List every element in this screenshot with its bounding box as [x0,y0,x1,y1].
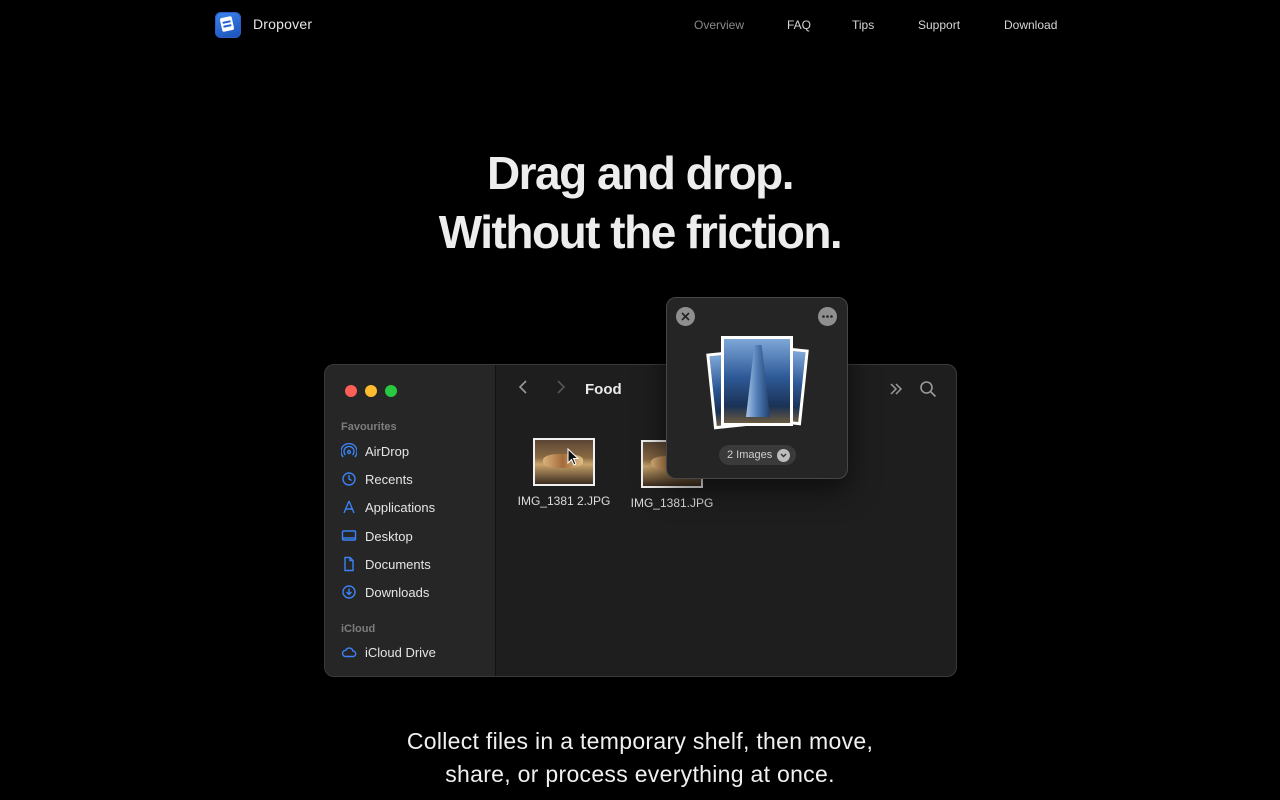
brand-name[interactable]: Dropover [253,16,312,32]
favourites-heading: Favourites [341,421,397,433]
forward-chevron-icon[interactable] [553,378,567,401]
search-icon[interactable] [919,380,937,403]
folder-title: Food [585,381,622,398]
finder-window: Favourites AirDrop Recents Applications … [324,364,957,677]
sidebar-item-label: Desktop [365,528,413,544]
file-item[interactable]: IMG_1381 2.JPG [513,438,615,508]
hero-headline-line1: Drag and drop. [486,147,795,199]
tagline-line2: share, or process everything at once. [445,761,835,787]
logo-glyph [219,15,235,33]
dropover-logo[interactable] [215,12,241,38]
download-icon [341,584,357,600]
image-count-label: 2 Images [727,449,773,461]
file-name: IMG_1381.JPG [630,496,714,510]
sidebar-item-label: Applications [365,499,436,515]
tagline-line1: Collect files in a temporary shelf, then… [406,728,874,754]
applications-icon [341,499,357,515]
document-icon [341,556,357,572]
clock-icon [341,471,357,487]
nav-tips[interactable]: Tips [852,18,874,32]
minimize-window-button[interactable] [365,385,377,397]
sidebar-item-label: AirDrop [365,443,410,459]
file-thumbnail [533,438,595,486]
desktop-icon [341,528,357,544]
cursor-icon [567,448,579,466]
dropover-shelf[interactable]: 2 Images [666,297,848,479]
nav-support[interactable]: Support [918,18,960,32]
airdrop-icon [341,443,357,459]
cloud-icon [341,644,357,660]
stacked-image-front[interactable] [721,336,793,426]
finder-sidebar: Favourites AirDrop Recents Applications … [325,365,496,676]
close-shelf-button[interactable] [676,307,695,326]
sidebar-item-desktop[interactable]: Desktop [341,525,491,547]
icloud-heading: iCloud [341,623,376,635]
more-options-button[interactable] [818,307,837,326]
sidebar-item-label: Recents [365,471,413,487]
sidebar-item-label: Documents [365,556,431,572]
close-window-button[interactable] [345,385,357,397]
sidebar-item-recents[interactable]: Recents [341,468,491,490]
sidebar-item-airdrop[interactable]: AirDrop [341,440,491,462]
sidebar-item-icloud-drive[interactable]: iCloud Drive [341,641,491,663]
zoom-window-button[interactable] [385,385,397,397]
sidebar-item-label: iCloud Drive [365,644,436,660]
sidebar-item-documents[interactable]: Documents [341,553,491,575]
sidebar-item-applications[interactable]: Applications [341,496,491,518]
chevron-down-icon [777,448,791,462]
sidebar-item-downloads[interactable]: Downloads [341,581,491,603]
back-chevron-icon[interactable] [517,378,531,401]
more-toolbar-icon[interactable] [888,381,904,402]
hero-headline-line2: Without the friction. [438,206,843,258]
sidebar-item-label: Downloads [365,584,430,600]
image-count-badge[interactable]: 2 Images [719,445,797,465]
nav-faq[interactable]: FAQ [787,18,811,32]
nav-overview[interactable]: Overview [694,18,744,32]
nav-download[interactable]: Download [1004,18,1057,32]
file-name: IMG_1381 2.JPG [517,494,611,508]
